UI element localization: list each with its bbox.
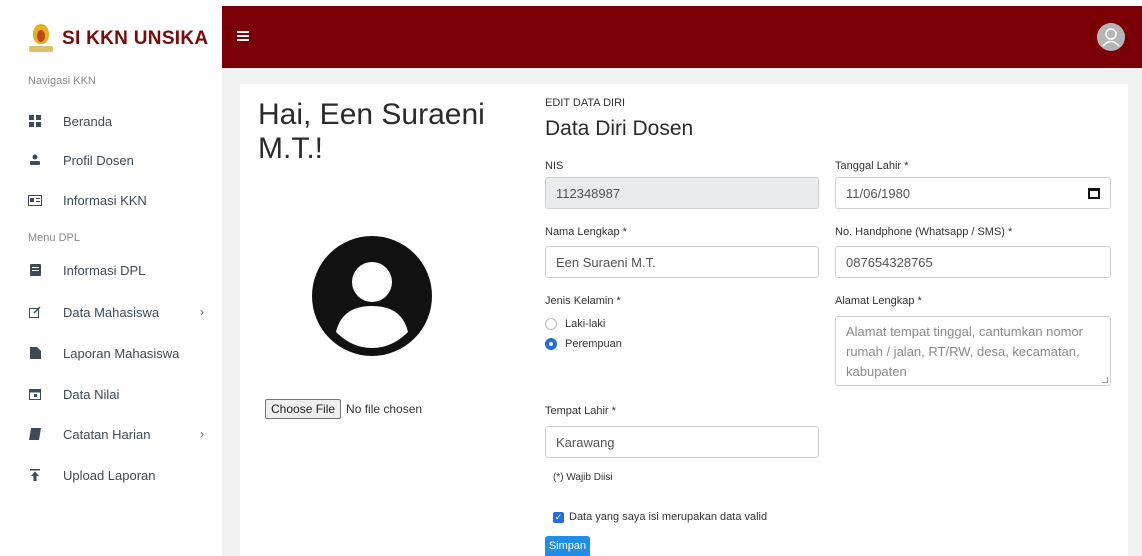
book-icon <box>28 427 42 441</box>
alamat-textarea[interactable]: Alamat tempat tinggal, cantumkan nomor r… <box>835 316 1111 386</box>
sidebar-item-label: Beranda <box>63 113 113 129</box>
radio-laki-laki[interactable]: Laki-laki <box>545 318 605 330</box>
brand-title: SI KKN UNSIKA <box>62 28 209 49</box>
sidebar-item-label: Upload Laporan <box>63 467 156 483</box>
greeting-heading: Hai, Een Suraeni M.T.! <box>258 98 485 165</box>
hamburger-icon[interactable] <box>237 31 249 41</box>
brand[interactable]: SI KKN UNSIKA <box>26 22 208 56</box>
nis-field[interactable]: 112348987 <box>545 177 819 209</box>
sidebar-item-label: Data Nilai <box>63 386 120 402</box>
user-icon <box>28 153 42 167</box>
resize-handle-icon[interactable] <box>1102 377 1108 383</box>
tanggal-lahir-label: Tanggal Lahir * <box>835 160 909 172</box>
choose-file-button[interactable]: Choose File <box>265 399 342 419</box>
file-icon <box>28 346 42 360</box>
handphone-value: 087654328765 <box>846 254 933 270</box>
sidebar-item-beranda[interactable]: Beranda <box>28 109 208 133</box>
edit-icon <box>28 305 42 319</box>
sidebar-item-profil-dosen[interactable]: Profil Dosen <box>28 148 208 172</box>
sidebar-item-informasi-dpl[interactable]: Informasi DPL <box>28 258 208 282</box>
calendar-picker-icon[interactable] <box>1088 188 1100 199</box>
required-note: (*) Wajib Diisi <box>553 472 613 483</box>
section-label-menu-dpl: Menu DPL <box>28 232 80 244</box>
radio-label: Laki-laki <box>565 318 606 330</box>
alamat-label: Alamat Lengkap * <box>835 295 922 307</box>
user-avatar-icon[interactable] <box>1097 23 1125 51</box>
id-card-icon <box>28 193 42 207</box>
unsika-logo-icon <box>26 22 56 56</box>
radio-label: Perempuan <box>565 338 622 350</box>
nama-value: Een Suraeni M.T. <box>556 254 656 270</box>
tempat-lahir-field[interactable]: Karawang <box>545 426 819 458</box>
sidebar-item-label: Informasi KKN <box>63 192 147 208</box>
radio-perempuan[interactable]: Perempuan <box>545 338 622 350</box>
sidebar-item-label: Laporan Mahasiswa <box>63 345 180 361</box>
file-input[interactable]: Choose File No file chosen <box>265 399 422 419</box>
tempat-lahir-label: Tempat Lahir * <box>545 405 616 417</box>
nis-value: 112348987 <box>556 185 621 201</box>
sidebar-item-label: Informasi DPL <box>63 262 146 278</box>
nama-label: Nama Lengkap * <box>545 226 627 238</box>
sidebar-item-catatan-harian[interactable]: Catatan Harian › <box>28 422 208 446</box>
sidebar-item-upload-laporan[interactable]: Upload Laporan <box>28 463 208 487</box>
radio-button[interactable] <box>545 318 557 330</box>
sidebar-item-laporan-mahasiswa[interactable]: Laporan Mahasiswa <box>28 341 208 365</box>
section-label-navigasi: Navigasi KKN <box>28 75 96 87</box>
radio-button-checked[interactable] <box>545 338 557 350</box>
sidebar-item-data-nilai[interactable]: Data Nilai <box>28 382 208 406</box>
tempat-lahir-value: Karawang <box>556 434 615 450</box>
sidebar-item-label: Catatan Harian <box>63 426 151 442</box>
chevron-right-icon: › <box>200 305 204 319</box>
nama-field[interactable]: Een Suraeni M.T. <box>545 246 819 278</box>
sidebar-item-label: Data Mahasiswa <box>63 304 160 320</box>
sidebar-item-informasi-kkn[interactable]: Informasi KKN <box>28 188 208 212</box>
nis-label: NIS <box>545 160 564 172</box>
jenis-kelamin-label: Jenis Kelamin * <box>545 295 621 307</box>
valid-data-label: Data yang saya isi merupakan data valid <box>569 511 768 523</box>
sidebar-item-data-mahasiswa[interactable]: Data Mahasiswa › <box>28 300 208 324</box>
sidebar-item-label: Profil Dosen <box>63 152 134 168</box>
file-status: No file chosen <box>346 402 423 416</box>
document-icon <box>28 263 42 277</box>
form-kicker: EDIT DATA DIRI <box>545 97 626 109</box>
handphone-field[interactable]: 087654328765 <box>835 246 1111 278</box>
form-title: Data Diri Dosen <box>545 117 694 140</box>
dashboard-icon <box>28 114 42 128</box>
sidebar: SI KKN UNSIKA Navigasi KKN Beranda Profi… <box>0 0 222 556</box>
valid-data-checkbox-row[interactable]: ✓ Data yang saya isi merupakan data vali… <box>553 511 767 523</box>
chevron-right-icon: › <box>200 427 204 441</box>
save-button[interactable]: Simpan <box>545 536 590 556</box>
alamat-placeholder: Alamat tempat tinggal, cantumkan nomor r… <box>846 324 1084 379</box>
tanggal-lahir-field[interactable]: 11/06/1980 <box>835 177 1111 209</box>
handphone-label: No. Handphone (Whatsapp / SMS) * <box>835 226 1013 238</box>
checkbox-checked-icon[interactable]: ✓ <box>553 511 564 523</box>
calendar-icon <box>28 387 42 401</box>
profile-picture-icon <box>312 236 432 356</box>
tanggal-lahir-value: 11/06/1980 <box>846 185 911 201</box>
topbar <box>222 6 1142 68</box>
upload-icon <box>28 468 42 482</box>
